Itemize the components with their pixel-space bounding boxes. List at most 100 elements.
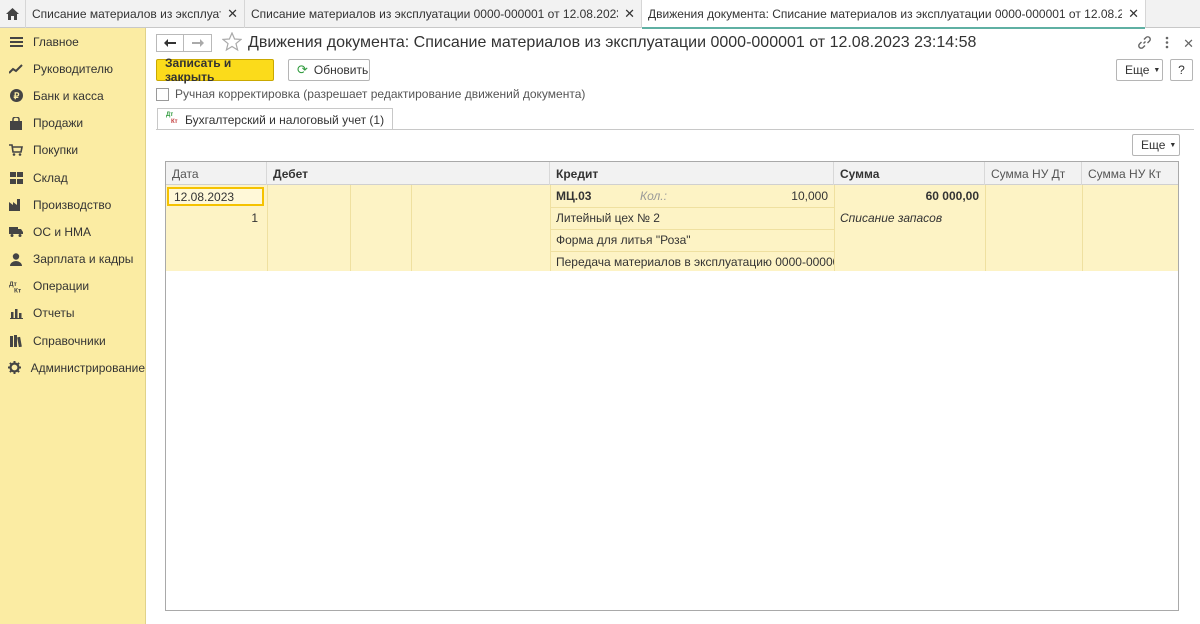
- close-icon[interactable]: ✕: [624, 6, 635, 22]
- cell-content[interactable]: Списание запасов: [834, 207, 985, 229]
- sidebar-item-label: Производство: [33, 197, 112, 212]
- sidebar-item-label: Руководителю: [33, 61, 114, 76]
- window-tab-3[interactable]: Движения документа: Списание материалов …: [642, 0, 1146, 29]
- books-icon: [8, 333, 24, 349]
- sidebar-item-bank[interactable]: ₽ Банк и касса: [0, 82, 145, 109]
- sidebar-item-label: Отчеты: [33, 306, 75, 321]
- column-divider: [411, 185, 412, 271]
- chevron-down-icon: ▼: [1169, 141, 1177, 149]
- header-sum-nu-kt[interactable]: Сумма НУ Кт: [1082, 162, 1178, 185]
- svg-text:Кт: Кт: [14, 287, 21, 293]
- more-vertical-icon[interactable]: [1165, 36, 1169, 52]
- person-icon: [8, 251, 24, 267]
- sidebar-item-purchases[interactable]: Покупки: [0, 137, 145, 164]
- sidebar-item-production[interactable]: Производство: [0, 191, 145, 218]
- tab-accounting[interactable]: Дт Кт Бухгалтерский и налоговый учет (1): [157, 108, 394, 130]
- close-icon[interactable]: ✕: [1183, 36, 1194, 52]
- header-credit[interactable]: Кредит: [550, 162, 834, 185]
- sidebar-item-fixed-assets[interactable]: ОС и НМА: [0, 218, 145, 245]
- sidebar-item-sales[interactable]: Продажи: [0, 110, 145, 137]
- ruble-coin-icon: ₽: [8, 88, 24, 104]
- cart-icon: [8, 142, 24, 158]
- tab-label: Бухгалтерский и налоговый учет (1): [185, 112, 385, 127]
- column-divider: [350, 185, 351, 271]
- sidebar-item-references[interactable]: Справочники: [0, 327, 145, 354]
- cell-qty-value[interactable]: 10,000: [694, 185, 834, 207]
- window-tab-label: Движения документа: Списание материалов …: [648, 7, 1123, 21]
- window-tab-2[interactable]: Списание материалов из эксплуатации 0000…: [245, 0, 642, 28]
- dt-kt-icon: Дт Кт: [166, 112, 180, 127]
- sidebar-item-label: Склад: [33, 170, 68, 185]
- forward-button[interactable]: [184, 34, 212, 52]
- window-tab-1[interactable]: Списание материалов из эксплуатации ✕: [26, 0, 245, 28]
- close-icon[interactable]: ✕: [1128, 6, 1139, 22]
- arrow-left-icon: [164, 39, 176, 47]
- header-debit[interactable]: Дебет: [267, 162, 550, 185]
- sidebar-item-main[interactable]: Главное: [0, 28, 145, 55]
- table-more-button[interactable]: Еще ▼: [1132, 134, 1180, 156]
- arrow-right-icon: [191, 39, 204, 47]
- main-content: Движения документа: Списание материалов …: [147, 28, 1200, 624]
- truck-icon: [8, 224, 24, 240]
- home-icon: [6, 8, 19, 20]
- sidebar-item-warehouse[interactable]: Склад: [0, 164, 145, 191]
- cell-credit-subconto-3[interactable]: Передача материалов в эксплуатацию 0000-…: [550, 251, 834, 273]
- more-button[interactable]: Еще ▼: [1116, 59, 1163, 81]
- refresh-icon: ⟳: [297, 62, 308, 77]
- menu-lines-icon: [8, 34, 24, 50]
- sidebar-item-label: Администрирование: [30, 360, 145, 375]
- back-button[interactable]: [156, 34, 184, 52]
- save-and-close-button[interactable]: Записать и закрыть: [156, 56, 274, 84]
- column-divider: [1082, 185, 1083, 271]
- header-sum-nu-dt[interactable]: Сумма НУ Дт: [985, 162, 1082, 185]
- close-icon[interactable]: ✕: [227, 6, 238, 22]
- dt-kt-icon: Дт Кт: [8, 278, 24, 294]
- cell-credit-account[interactable]: МЦ.03: [550, 185, 630, 207]
- sidebar-item-label: Зарплата и кадры: [33, 252, 134, 267]
- home-button[interactable]: [0, 0, 26, 28]
- shopping-bag-icon: [8, 115, 24, 131]
- entries-table: Дата Дебет Кредит Сумма Сумма НУ Дт Сумм…: [165, 161, 1179, 611]
- manual-correction-label: Ручная корректировка (разрешает редактир…: [175, 87, 586, 101]
- manual-correction-checkbox[interactable]: [156, 87, 169, 101]
- tab-divider: [156, 129, 1194, 130]
- header-date[interactable]: Дата: [166, 162, 267, 185]
- cell-row-number[interactable]: 1: [166, 207, 264, 229]
- chevron-down-icon: ▼: [1153, 66, 1161, 74]
- sidebar-item-label: Главное: [33, 34, 79, 49]
- window-tab-bar: Списание материалов из эксплуатации ✕ Сп…: [0, 0, 1200, 29]
- cell-qty-label: Кол.:: [640, 189, 667, 203]
- dt-kt-icon-bottom: Кт: [171, 118, 178, 125]
- bar-chart-icon: [8, 305, 24, 321]
- column-divider: [985, 185, 986, 271]
- favorite-star-icon[interactable]: [221, 31, 243, 55]
- header-sum[interactable]: Сумма: [834, 162, 985, 185]
- sidebar-item-salary[interactable]: Зарплата и кадры: [0, 246, 145, 273]
- window-tab-label: Списание материалов из эксплуатации: [32, 7, 221, 21]
- help-button[interactable]: ?: [1170, 59, 1193, 81]
- column-divider: [267, 185, 268, 271]
- sidebar-item-label: Банк и касса: [33, 88, 104, 103]
- window-controls: ✕: [1138, 36, 1194, 52]
- warehouse-grid-icon: [8, 170, 24, 186]
- sidebar-item-admin[interactable]: Администрирование: [0, 354, 145, 381]
- sidebar-item-label: Покупки: [33, 143, 79, 158]
- cell-credit-subconto-1[interactable]: Литейный цех № 2: [550, 207, 834, 229]
- cell-date[interactable]: 12.08.2023: [167, 187, 264, 206]
- cell-credit-subconto-2[interactable]: Форма для литья "Роза": [550, 229, 834, 251]
- refresh-label: Обновить: [313, 63, 369, 77]
- refresh-button[interactable]: ⟳ Обновить: [288, 59, 370, 81]
- trend-up-icon: [8, 61, 24, 77]
- table-header: Дата Дебет Кредит Сумма Сумма НУ Дт Сумм…: [166, 162, 1178, 185]
- gear-icon: [8, 360, 22, 376]
- link-icon[interactable]: [1138, 36, 1151, 52]
- svg-text:₽: ₽: [13, 91, 19, 101]
- sidebar: Главное Руководителю ₽ Банк и касса Прод…: [0, 28, 146, 624]
- sidebar-item-reports[interactable]: Отчеты: [0, 300, 145, 327]
- cell-sum[interactable]: 60 000,00: [834, 185, 985, 207]
- sidebar-item-label: ОС и НМА: [33, 224, 92, 239]
- factory-icon: [8, 197, 24, 213]
- sidebar-item-label: Продажи: [33, 116, 84, 131]
- sidebar-item-manager[interactable]: Руководителю: [0, 55, 145, 82]
- sidebar-item-operations[interactable]: Дт Кт Операции: [0, 273, 145, 300]
